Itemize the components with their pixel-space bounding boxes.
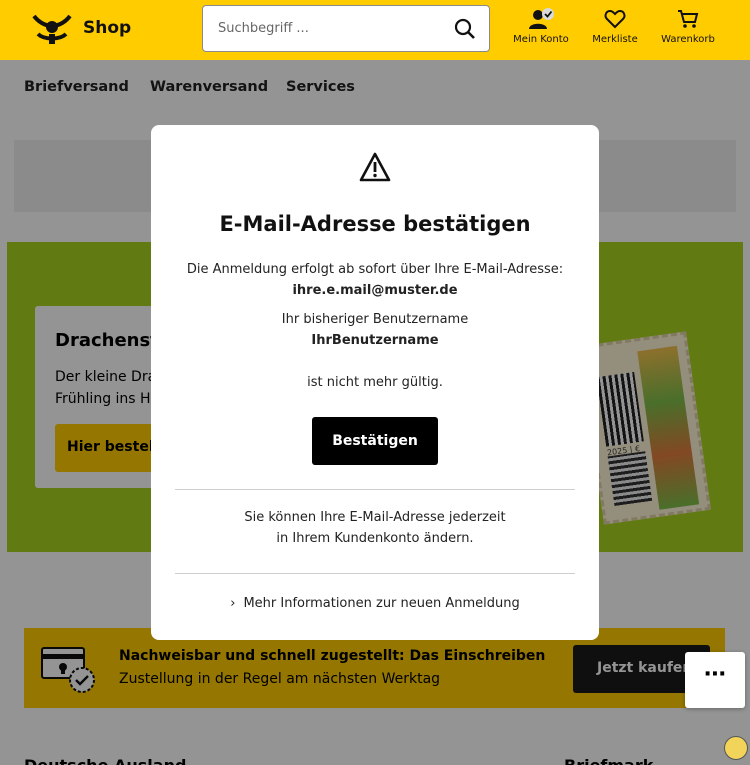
confirm-button[interactable]: Bestätigen <box>312 417 438 465</box>
email-address: ihre.e.mail@muster.de <box>292 283 458 298</box>
divider <box>175 573 575 574</box>
username: IhrBenutzername <box>311 333 439 348</box>
chevron-right-icon: › <box>230 596 236 611</box>
more-info-link[interactable]: › Mehr Informationen zur neuen Anmeldung <box>151 596 599 611</box>
warning-icon <box>359 152 391 182</box>
more-options-button[interactable]: ⋯ <box>685 652 745 708</box>
email-confirm-dialog: E-Mail-Adresse bestätigen Die Anmeldung … <box>151 125 599 640</box>
dialog-title: E-Mail-Adresse bestätigen <box>219 212 531 236</box>
info-text: Sie können Ihre E-Mail-Adresse jederzeit <box>244 510 506 525</box>
dialog-text: Die Anmeldung erfolgt ab sofort über Ihr… <box>186 262 564 277</box>
more-info-label: Mehr Informationen zur neuen Anmeldung <box>243 596 520 611</box>
info-text: in Ihrem Kundenkonto ändern. <box>276 531 474 546</box>
assistant-avatar-icon[interactable] <box>724 736 748 760</box>
divider <box>175 489 575 490</box>
header-backdrop <box>0 0 750 60</box>
dialog-text: ist nicht mehr gültig. <box>307 375 443 390</box>
dialog-text: Ihr bisheriger Benutzername <box>281 312 469 327</box>
